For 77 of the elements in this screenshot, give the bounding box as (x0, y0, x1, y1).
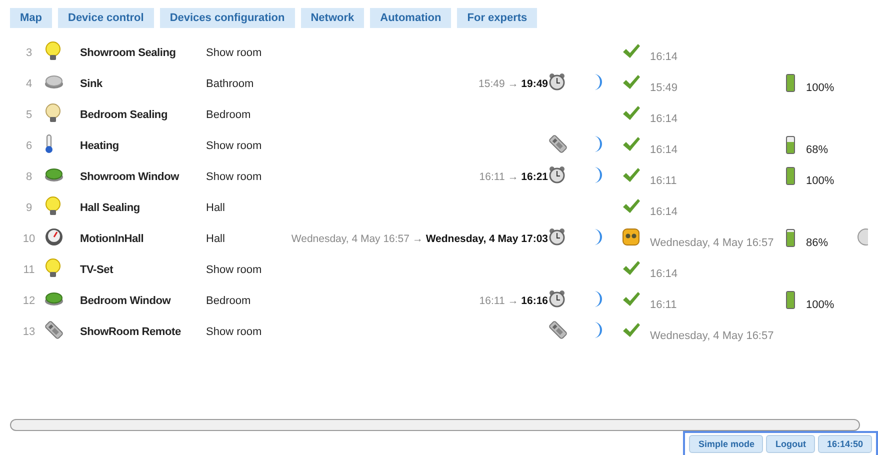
bulb-icon (44, 196, 62, 216)
tab[interactable]: Map (10, 8, 52, 28)
battery-percent: 68% (806, 144, 828, 156)
device-name[interactable]: Sink (80, 78, 102, 90)
row-number: 4 (24, 77, 34, 92)
device-name[interactable]: TV-Set (80, 264, 114, 276)
bulb-icon (44, 258, 62, 278)
wakeup-interval: 15:49 → 19:49 (478, 78, 548, 90)
battery-icon (786, 74, 795, 92)
room-name: Bedroom (206, 295, 251, 308)
room-name: Bedroom (206, 109, 251, 122)
device-name[interactable]: Bedroom Sealing (80, 109, 168, 122)
status-time: 16:14 (650, 113, 678, 126)
status-time: 16:11 (650, 175, 677, 188)
status-time: 16:14 (650, 144, 678, 156)
device-name[interactable]: Hall Sealing (80, 202, 140, 214)
room-name: Hall (206, 233, 225, 246)
room-name: Show room (206, 47, 262, 60)
status-time: 16:14 (650, 51, 678, 64)
tab[interactable]: Automation (370, 8, 452, 28)
battery-icon (786, 136, 795, 154)
status-time: 16:11 (650, 299, 677, 312)
footer-button[interactable]: 16:14:50 (818, 435, 872, 453)
row-number: 8 (24, 170, 34, 186)
battery-percent: 100% (806, 175, 834, 188)
row-number: 11 (22, 263, 36, 278)
wakeup-interval: Wednesday, 4 May 16:57 → Wednesday, 4 May 17:03 (291, 232, 548, 245)
device-name[interactable]: Heating (80, 140, 119, 152)
status-time: 15:49 (650, 82, 678, 94)
tab[interactable]: Device control (58, 8, 154, 28)
footer-button[interactable]: Simple mode (689, 435, 764, 453)
battery-percent: 100% (806, 299, 834, 312)
alarm-clock-icon (548, 290, 566, 308)
device-name[interactable]: Showroom Sealing (80, 47, 176, 60)
battery-percent: 100% (806, 82, 834, 94)
device-name[interactable]: Bedroom Window (80, 295, 171, 308)
room-name: Show room (206, 140, 262, 152)
thermometer-icon (44, 134, 54, 154)
room-name: Show room (206, 264, 262, 276)
bulb-icon (44, 102, 62, 123)
device-name[interactable]: ShowRoom Remote (80, 326, 181, 338)
room-name: Show room (206, 326, 262, 338)
row-number: 3 (24, 46, 34, 62)
row-number: 10 (22, 232, 36, 248)
round-button-icon (44, 168, 64, 182)
bulb-icon (44, 40, 62, 61)
row-number: 12 (22, 294, 36, 310)
tab[interactable]: For experts (457, 8, 538, 28)
battery-percent: 86% (806, 237, 828, 250)
battery-icon (786, 228, 795, 246)
battery-icon (786, 290, 795, 308)
row-number: 6 (24, 139, 34, 154)
wakeup-interval: 16:11 → 16:16 (479, 294, 548, 307)
round-button-icon (44, 292, 64, 306)
device-name[interactable]: MotionInHall (80, 233, 144, 246)
alarm-clock-icon (548, 228, 566, 246)
horizontal-scrollbar[interactable] (10, 419, 860, 431)
footer-button[interactable]: Logout (766, 435, 815, 453)
status-time: Wednesday, 4 May 16:57 (650, 330, 774, 342)
alarm-clock-icon (548, 166, 566, 184)
wakeup-interval: 16:11 → 16:21 (479, 170, 548, 183)
alarm-clock-icon (548, 72, 566, 91)
device-name[interactable]: Showroom Window (80, 171, 179, 184)
battery-icon (786, 166, 795, 184)
status-time: 16:14 (650, 268, 678, 280)
room-name: Show room (206, 171, 262, 184)
round-button-icon (44, 74, 64, 89)
room-name: Bathroom (206, 78, 254, 90)
tab[interactable]: Network (300, 8, 364, 28)
status-time: 16:14 (650, 206, 678, 218)
status-time: Wednesday, 4 May 16:57 (650, 237, 774, 250)
tab[interactable]: Devices configuration (160, 8, 295, 28)
row-number: 5 (24, 108, 34, 124)
row-number: 13 (22, 325, 36, 340)
room-name: Hall (206, 202, 225, 214)
gauge-icon (44, 228, 64, 246)
row-number: 9 (24, 201, 34, 216)
